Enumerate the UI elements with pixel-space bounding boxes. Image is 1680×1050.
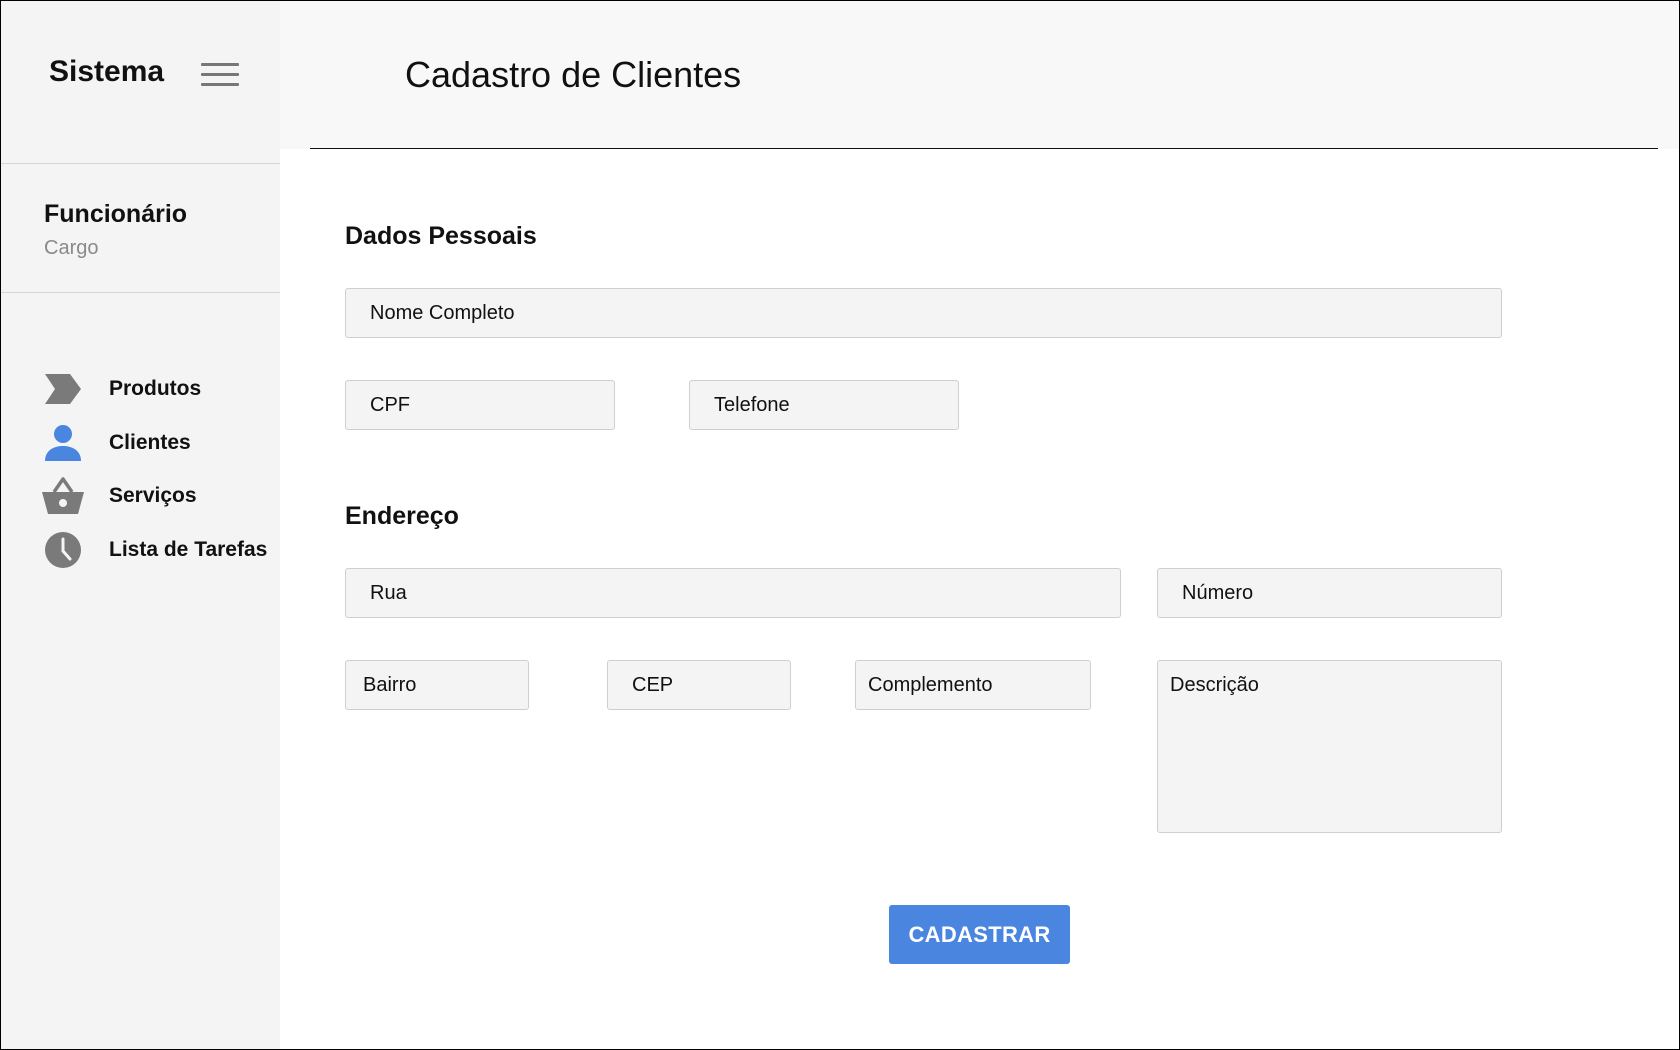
hamburger-menu-icon[interactable] — [201, 63, 239, 87]
sidebar: Sistema Funcionário Cargo Produtos Clien… — [1, 1, 280, 1049]
sidebar-item-label: Clientes — [109, 431, 191, 454]
chevron-tag-icon — [41, 367, 85, 411]
sidebar-item-label: Lista de Tarefas — [109, 538, 268, 561]
complement-input[interactable] — [855, 660, 1091, 710]
sidebar-item-label: Serviços — [109, 484, 197, 507]
page-title: Cadastro de Clientes — [405, 54, 742, 95]
brand-title: Sistema — [49, 55, 165, 88]
sidebar-divider — [1, 163, 280, 164]
user-role: Cargo — [44, 237, 99, 259]
sidebar-item-servicos[interactable]: Serviços — [41, 474, 280, 518]
brand-row: Sistema — [1, 1, 280, 163]
sidebar-divider — [1, 292, 280, 293]
user-name: Funcionário — [44, 200, 188, 228]
basket-icon — [41, 474, 85, 518]
description-textarea[interactable] — [1157, 660, 1502, 833]
sidebar-item-clientes[interactable]: Clientes — [41, 421, 280, 465]
zip-input[interactable] — [607, 660, 791, 710]
sidebar-item-produtos[interactable]: Produtos — [41, 367, 280, 411]
person-icon — [41, 421, 85, 465]
sidebar-item-label: Produtos — [109, 377, 202, 400]
full-name-input[interactable] — [345, 288, 1502, 338]
section-title-address: Endereço — [345, 502, 459, 530]
clock-icon — [41, 528, 85, 572]
phone-input[interactable] — [689, 380, 959, 430]
section-title-personal: Dados Pessoais — [345, 222, 537, 250]
district-input[interactable] — [345, 660, 529, 710]
street-input[interactable] — [345, 568, 1121, 618]
submit-button[interactable]: CADASTRAR — [889, 905, 1070, 964]
cpf-input[interactable] — [345, 380, 615, 430]
header-divider — [310, 148, 1658, 149]
sidebar-item-lista-de-tarefas[interactable]: Lista de Tarefas — [41, 528, 280, 572]
number-input[interactable] — [1157, 568, 1502, 618]
